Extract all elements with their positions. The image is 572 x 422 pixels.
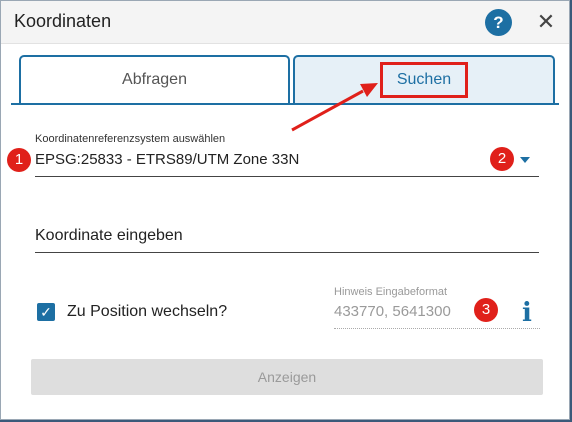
coordinate-input-underline xyxy=(35,252,539,253)
tab-divider xyxy=(11,103,559,105)
dialog-title: Koordinaten xyxy=(14,11,112,31)
coordinates-dialog: Koordinaten ? ✕ Abfragen Suchen Koordina… xyxy=(0,0,570,420)
tab-suchen-label: Suchen xyxy=(396,71,452,88)
help-icon[interactable]: ? xyxy=(485,9,512,36)
format-hint-value: 433770, 5641300 xyxy=(334,303,451,320)
close-icon[interactable]: ✕ xyxy=(534,9,558,35)
format-hint-underline xyxy=(334,328,540,329)
info-icon[interactable]: i xyxy=(517,299,537,327)
position-checkbox-label[interactable]: Zu Position wechseln? xyxy=(67,303,227,321)
position-checkbox[interactable]: ✓ xyxy=(37,303,55,321)
anzeigen-button[interactable]: Anzeigen xyxy=(31,359,543,395)
crs-select-label: Koordinatenreferenzsystem auswählen xyxy=(35,133,226,145)
crs-select-underline xyxy=(35,176,539,177)
tab-abfragen-label: Abfragen xyxy=(122,71,187,88)
dialog-titlebar: Koordinaten ? ✕ xyxy=(1,1,569,44)
coordinate-input-placeholder[interactable]: Koordinate eingeben xyxy=(35,227,183,245)
annotation-marker-3: 3 xyxy=(474,298,498,322)
tab-abfragen[interactable]: Abfragen xyxy=(19,55,290,104)
annotation-marker-2: 2 xyxy=(490,147,514,171)
chevron-down-icon[interactable] xyxy=(520,157,530,163)
annotation-marker-1: 1 xyxy=(7,148,31,172)
format-hint-label: Hinweis Eingabeformat xyxy=(334,286,448,298)
crs-select-value[interactable]: EPSG:25833 - ETRS89/UTM Zone 33N xyxy=(35,151,299,168)
tab-suchen[interactable]: Suchen xyxy=(293,55,555,104)
